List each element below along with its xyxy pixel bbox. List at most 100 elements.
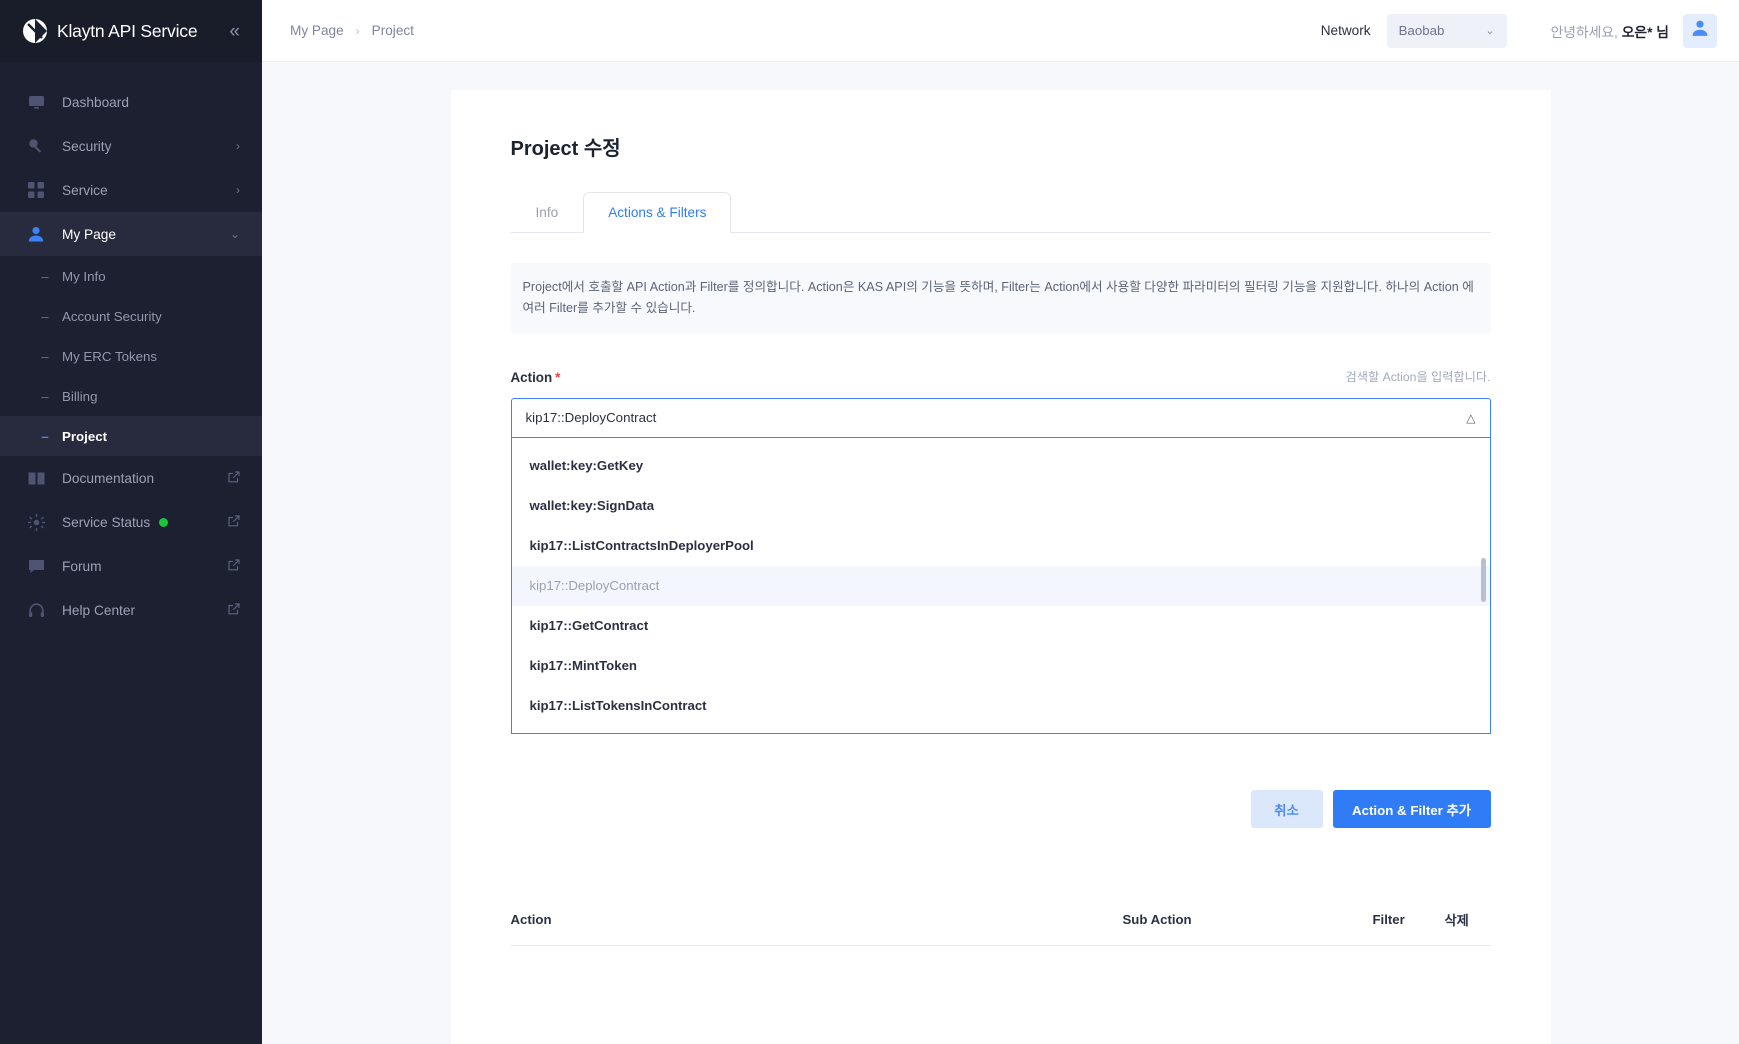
brand-title: Klaytn API Service bbox=[57, 20, 198, 41]
tab-actions-filters[interactable]: Actions & Filters bbox=[583, 192, 732, 233]
chevron-up-icon[interactable]: △ bbox=[1466, 411, 1475, 425]
sidebar-item-label: Documentation bbox=[62, 470, 155, 486]
dropdown-option[interactable]: wallet:key:SignData bbox=[512, 486, 1490, 526]
action-field-header: Action * 검색할 Action을 입력합니다. bbox=[511, 367, 1491, 385]
main-area: My Page › Project Network Baobab ⌄ 안녕하세요… bbox=[262, 0, 1739, 1044]
action-field-label: Action * bbox=[511, 370, 561, 385]
greeting-username: 오은* 님 bbox=[1621, 24, 1669, 40]
dash-icon: – bbox=[41, 308, 49, 324]
dash-icon: – bbox=[41, 348, 49, 364]
action-select-input[interactable]: kip17::DeployContract △ bbox=[510, 397, 1491, 438]
status-badge bbox=[159, 517, 169, 527]
topbar-right: Network Baobab ⌄ 안녕하세요, 오은* 님 bbox=[1321, 13, 1717, 48]
network-select[interactable]: Baobab ⌄ bbox=[1386, 13, 1507, 48]
breadcrumb: My Page › Project bbox=[290, 23, 414, 38]
dropdown-option[interactable]: kip17::ListTokensInContract bbox=[512, 686, 1490, 726]
table-header-row: Action Sub Action Filter 삭제 bbox=[510, 910, 1491, 946]
dropdown-option[interactable]: kip17::GetContract bbox=[512, 606, 1490, 646]
sidebar-subitem-label: Account Security bbox=[62, 308, 162, 324]
action-dropdown: wallet:key:GetKey wallet:key:SignData ki… bbox=[510, 437, 1491, 734]
sidebar-item-security[interactable]: Security › bbox=[0, 124, 262, 168]
sidebar-item-help-center[interactable]: Help Center bbox=[0, 588, 262, 632]
page-title: Project 수정 bbox=[510, 138, 621, 160]
content-scroll: Project 수정 Info Actions & Filters Projec… bbox=[262, 62, 1739, 1044]
required-mark: * bbox=[555, 369, 561, 385]
column-header-filter: Filter bbox=[1372, 912, 1405, 927]
sidebar-collapse-icon[interactable]: « bbox=[229, 22, 242, 41]
app-root: Klaytn API Service « Dashboard Security … bbox=[0, 0, 1739, 1044]
sidebar-item-my-page[interactable]: My Page ⌄ bbox=[0, 212, 262, 256]
brand-header: Klaytn API Service « bbox=[0, 0, 262, 62]
sun-icon bbox=[25, 513, 47, 531]
sidebar-subitem-label: Project bbox=[62, 428, 108, 444]
cancel-button[interactable]: 취소 bbox=[1250, 790, 1323, 828]
user-avatar-icon bbox=[1691, 19, 1709, 42]
dashboard-icon bbox=[25, 94, 47, 111]
breadcrumb-current: Project bbox=[371, 23, 414, 38]
sidebar-item-documentation[interactable]: Documentation bbox=[0, 456, 262, 500]
action-select-value: kip17::DeployContract bbox=[525, 410, 657, 426]
sidebar-item-service-status[interactable]: Service Status bbox=[0, 500, 262, 544]
dash-icon: – bbox=[41, 388, 49, 404]
dropdown-option-selected[interactable]: kip17::DeployContract bbox=[511, 565, 1490, 606]
sidebar-item-service[interactable]: Service › bbox=[0, 168, 262, 212]
sidebar-subitem-label: My Info bbox=[62, 268, 106, 284]
headset-icon bbox=[25, 602, 47, 619]
chevron-down-icon: ⌄ bbox=[1485, 25, 1495, 37]
info-banner-line1: Project에서 호출할 API Action과 Filter를 정의합니다.… bbox=[522, 280, 1459, 294]
avatar[interactable] bbox=[1683, 13, 1717, 48]
actions-filters-table: Action Sub Action Filter 삭제 Action & Fil… bbox=[510, 910, 1491, 1044]
dropdown-option[interactable]: wallet:key:GetKey bbox=[512, 446, 1490, 486]
sidebar-item-label: Service bbox=[62, 182, 108, 198]
external-link-icon bbox=[228, 514, 240, 530]
sidebar-item-label: Forum bbox=[62, 558, 102, 574]
sidebar-subitem-my-info[interactable]: – My Info bbox=[0, 256, 262, 296]
sidebar-item-label: My Page bbox=[62, 226, 117, 242]
sidebar-item-dashboard[interactable]: Dashboard bbox=[0, 80, 262, 124]
sidebar-subitem-billing[interactable]: – Billing bbox=[0, 376, 262, 416]
column-header-sub-action: Sub Action bbox=[1122, 912, 1192, 927]
sidebar-subitem-label: My ERC Tokens bbox=[62, 348, 158, 364]
table-empty-message: Action & Filter 정보가 없습니다. bbox=[511, 946, 1491, 1044]
sidebar-subitem-label: Billing bbox=[62, 388, 98, 404]
dash-icon: – bbox=[41, 268, 49, 284]
book-icon bbox=[25, 471, 47, 486]
chevron-down-icon: ⌄ bbox=[229, 227, 240, 241]
tab-info[interactable]: Info bbox=[511, 192, 584, 233]
chevron-right-icon: › bbox=[355, 23, 360, 38]
dropdown-option[interactable]: kip17::MintToken bbox=[512, 646, 1490, 686]
sidebar-subitem-project[interactable]: – Project bbox=[0, 416, 262, 456]
external-link-icon bbox=[228, 470, 240, 486]
action-label-text: Action bbox=[510, 369, 553, 385]
project-edit-card: Project 수정 Info Actions & Filters Projec… bbox=[450, 90, 1551, 1044]
external-link-icon bbox=[228, 602, 240, 618]
grid-icon bbox=[25, 182, 47, 198]
sidebar-nav: Dashboard Security › Service › My Page ⌄… bbox=[0, 62, 262, 1044]
sidebar-item-label: Service Status bbox=[62, 514, 151, 530]
sidebar-subitem-account-security[interactable]: – Account Security bbox=[0, 296, 262, 336]
sidebar-item-forum[interactable]: Forum bbox=[0, 544, 262, 588]
key-icon bbox=[25, 138, 47, 155]
form-actions: 취소 Action & Filter 추가 bbox=[1250, 790, 1491, 828]
action-dropdown-list: wallet:key:GetKey wallet:key:SignData ki… bbox=[511, 438, 1490, 733]
user-icon bbox=[25, 226, 47, 242]
dropdown-option[interactable]: kip17::ListContractsInDeployerPool bbox=[512, 526, 1490, 566]
sidebar-item-label: Help Center bbox=[62, 602, 136, 618]
action-field-hint: 검색할 Action을 입력합니다. bbox=[1345, 369, 1491, 384]
mail-icon bbox=[25, 559, 47, 574]
topbar: My Page › Project Network Baobab ⌄ 안녕하세요… bbox=[262, 0, 1739, 62]
dash-icon: – bbox=[41, 428, 49, 444]
sidebar-item-label: Security bbox=[62, 138, 112, 154]
tab-bar: Info Actions & Filters bbox=[510, 191, 1491, 233]
chevron-right-icon: › bbox=[236, 183, 240, 197]
info-banner: Project에서 호출할 API Action과 Filter를 정의합니다.… bbox=[510, 263, 1491, 334]
dropdown-scrollbar[interactable] bbox=[1480, 557, 1486, 602]
sidebar-item-label: Dashboard bbox=[62, 94, 129, 110]
sidebar-subitem-my-erc-tokens[interactable]: – My ERC Tokens bbox=[0, 336, 262, 376]
add-action-filter-button[interactable]: Action & Filter 추가 bbox=[1332, 790, 1491, 828]
sidebar: Klaytn API Service « Dashboard Security … bbox=[0, 0, 262, 1044]
external-link-icon bbox=[228, 558, 240, 574]
column-header-action: Action bbox=[510, 912, 552, 927]
breadcrumb-root[interactable]: My Page bbox=[290, 23, 344, 38]
column-header-delete: 삭제 bbox=[1444, 913, 1469, 928]
